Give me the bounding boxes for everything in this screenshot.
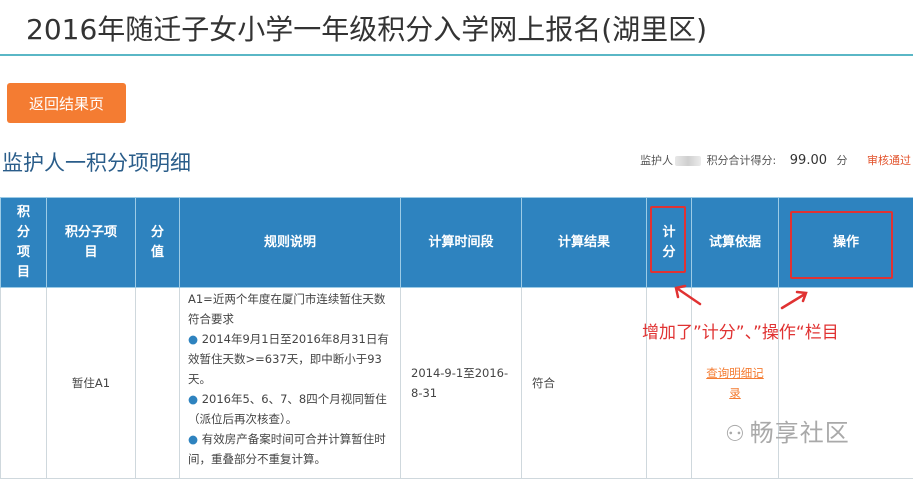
watermark: ⚇畅享社区: [725, 413, 850, 448]
cell-time-range: 2014-9-1至2016-8-31: [401, 288, 522, 479]
cell-result: 符合: [522, 288, 647, 479]
total-score: 99.00: [790, 153, 827, 168]
bullet-icon: ●: [188, 332, 202, 346]
cell-basis: 查询明细记录: [692, 288, 779, 479]
rule-line: A1=近两个年度在厦门市连续暂住天数符合要求: [188, 289, 396, 329]
rule-line: ● 2016年5、6、7、8四个月视同暂住（派位后再次核查）。: [188, 389, 396, 429]
col-header-result: 计算结果: [522, 198, 647, 288]
score-unit: 分: [837, 154, 848, 167]
back-to-results-button[interactable]: 返回结果页: [7, 83, 126, 123]
annotation-text: 增加了”计分”、”操作“栏目: [642, 318, 839, 343]
highlight-action-column: [790, 211, 893, 279]
col-header-value: 分值: [136, 198, 180, 288]
col-header-rules: 规则说明: [180, 198, 401, 288]
table-row: 暂住A1 2014-9-1至2016-8-31 符合 查询明细记录: [1, 288, 913, 479]
col-header-item: 积分项目: [1, 198, 47, 288]
highlight-points-column: [650, 206, 686, 273]
page-header: 2016年随迁子女小学一年级积分入学网上报名(湖里区): [0, 0, 913, 56]
col-header-basis: 试算依据: [692, 198, 779, 288]
col-header-time-range: 计算时间段: [401, 198, 522, 288]
score-summary: 监护人 积分合计得分: 99.00 分 审核通过: [640, 152, 911, 168]
col-header-subitem: 积分子项目: [47, 198, 136, 288]
rule-line: ● 2014年9月1日至2016年8月31日有效暂住天数>=637天，即中断小于…: [188, 329, 396, 389]
wechat-icon: ⚇: [725, 422, 746, 447]
cell-points: [647, 288, 692, 479]
bullet-icon: ●: [188, 432, 202, 446]
guardian-label: 监护人: [640, 154, 673, 167]
total-label: 积分合计得分:: [707, 154, 777, 167]
redacted-name: [675, 156, 701, 166]
status-badge: 审核通过: [867, 154, 911, 167]
cell-action: [779, 288, 913, 479]
cell-subitem: 暂住A1: [47, 288, 136, 479]
cell-item: [1, 288, 47, 479]
section-title: 监护人一积分项明细: [2, 147, 191, 177]
cell-value: [136, 288, 180, 479]
query-detail-link[interactable]: 查询明细记录: [706, 366, 764, 400]
table-header-row: 积分项目 积分子项目 分值 规则说明 计算时间段 计算结果 计分 试算依据 操作: [1, 198, 913, 288]
rule-line: ● 有效房产备案时间可合并计算暂住时间，重叠部分不重复计算。: [188, 429, 396, 469]
page-title: 2016年随迁子女小学一年级积分入学网上报名(湖里区): [26, 8, 707, 48]
rules-description: A1=近两个年度在厦门市连续暂住天数符合要求 ● 2014年9月1日至2016年…: [188, 289, 396, 469]
bullet-icon: ●: [188, 392, 202, 406]
